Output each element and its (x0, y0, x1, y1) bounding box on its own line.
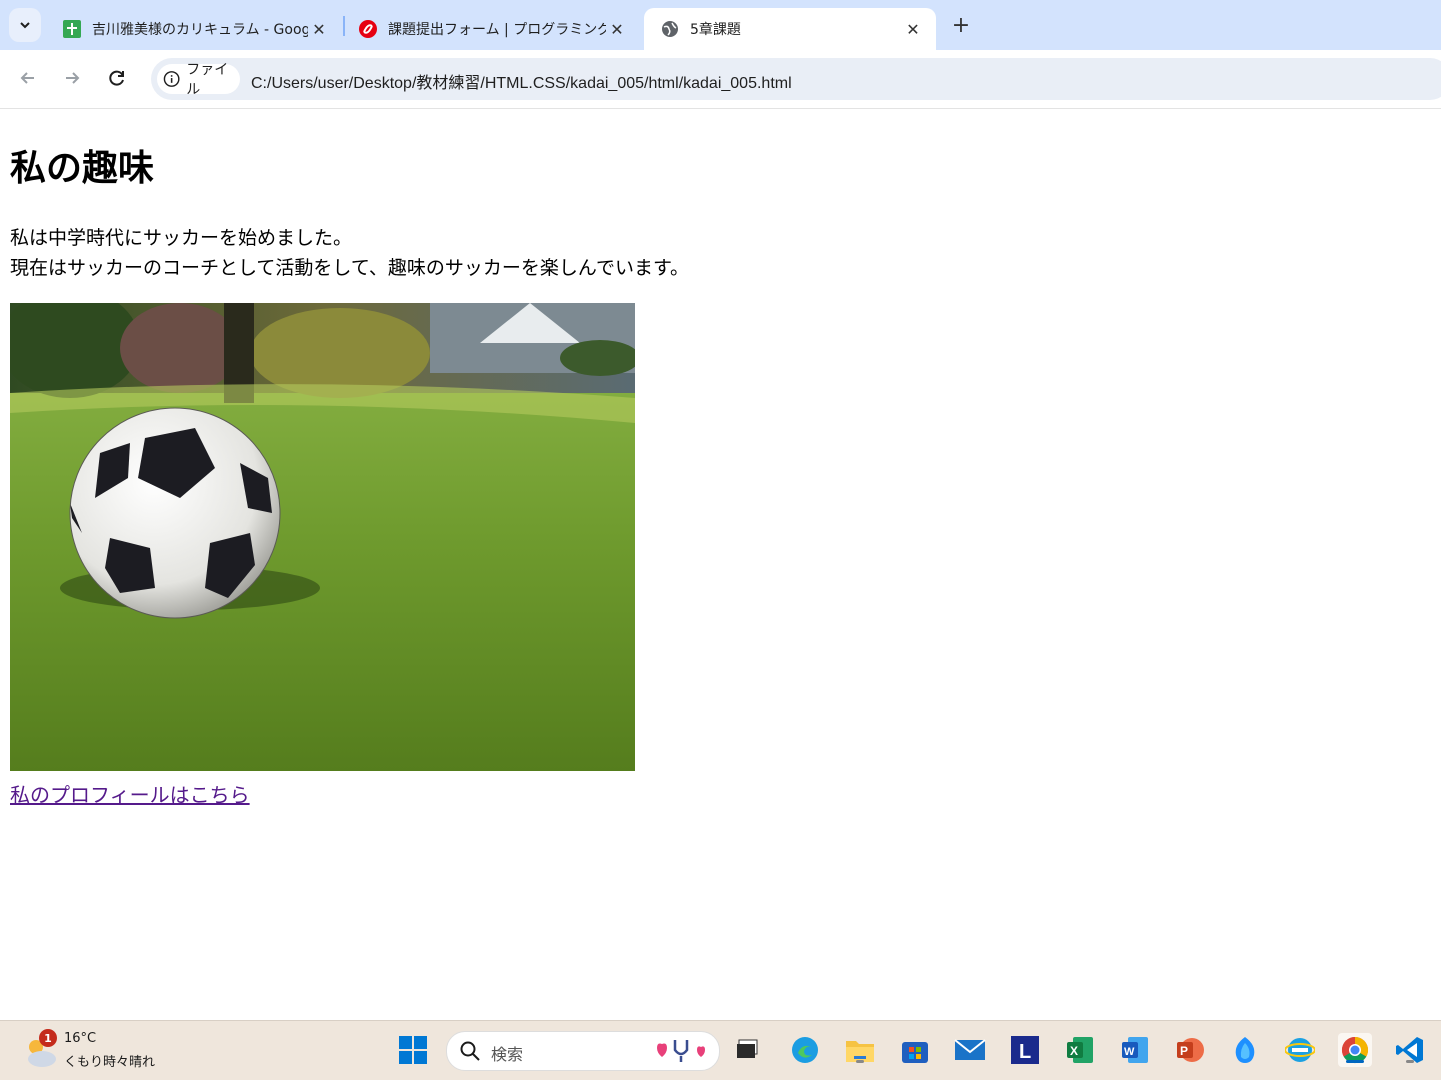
tab-title: 課題提出フォーム | プログラミング学習 (388, 22, 606, 38)
tab-title: 吉川雅美様のカリキュラム - Google (92, 22, 308, 38)
stethoscope-hearts-icon (657, 1040, 705, 1062)
svg-text:W: W (1124, 1046, 1135, 1058)
tab-active[interactable]: 5章課題 ✕ (644, 8, 936, 50)
search-icon (460, 1041, 480, 1061)
info-icon (163, 71, 180, 87)
svg-text:P: P (1180, 1044, 1188, 1058)
arrow-right-icon (66, 72, 80, 84)
new-tab-button[interactable]: + (948, 12, 974, 38)
weather-badge: 1 (39, 1029, 57, 1047)
forward-button[interactable] (60, 66, 84, 90)
tab-submit-form[interactable]: 課題提出フォーム | プログラミング学習 ✕ (342, 8, 640, 50)
word-icon[interactable]: W (1118, 1033, 1152, 1067)
task-view-icon[interactable] (731, 1033, 765, 1067)
close-icon[interactable]: ✕ (308, 18, 330, 40)
page-heading: 私の趣味 (10, 148, 155, 189)
running-indicator (1406, 1060, 1414, 1063)
profile-link[interactable]: 私のプロフィールはこちら (10, 779, 250, 808)
browser-toolbar: ファイル C:/Users/user/Desktop/教材練習/HTML.CSS… (0, 50, 1441, 109)
reload-icon (109, 70, 124, 86)
globe-icon (660, 19, 680, 39)
web-page: 私の趣味 私は中学時代にサッカーを始めました。 現在はサッカーのコーチとして活動… (0, 109, 1441, 1020)
chevron-down-icon (20, 22, 30, 29)
tab-sheets[interactable]: 吉川雅美様のカリキュラム - Google ✕ (46, 8, 342, 50)
reload-button[interactable] (105, 66, 129, 90)
close-icon[interactable]: ✕ (902, 18, 924, 40)
running-indicator (856, 1060, 864, 1063)
search-placeholder: 検索 (491, 1045, 524, 1064)
sheets-icon (62, 19, 82, 39)
chip-label: ファイル (186, 62, 229, 98)
start-icon[interactable] (396, 1033, 430, 1067)
paragraph-line: 私は中学時代にサッカーを始めました。 (10, 227, 353, 249)
taskbar-search[interactable]: 検索 (446, 1031, 720, 1071)
weather-widget[interactable]: 1 16°C くもり時々晴れ (22, 1029, 172, 1073)
svg-text:L: L (1019, 1041, 1031, 1063)
paragraph-line: 現在はサッカーのコーチとして活動をして、趣味のサッカーを楽しんでいます。 (10, 257, 690, 279)
intro-paragraph: 私は中学時代にサッカーを始めました。 現在はサッカーのコーチとして活動をして、趣… (10, 223, 689, 283)
ie-icon[interactable] (1283, 1033, 1317, 1067)
edge-icon[interactable] (788, 1033, 822, 1067)
svg-text:X: X (1070, 1044, 1078, 1058)
file-explorer-icon[interactable] (843, 1033, 877, 1067)
weather-temp: 16°C (64, 1031, 97, 1046)
mail-icon[interactable] (953, 1033, 987, 1067)
tab-search-button[interactable] (9, 8, 41, 42)
site-info-chip[interactable]: ファイル (157, 62, 240, 98)
url-text[interactable]: C:/Users/user/Desktop/教材練習/HTML.CSS/kada… (251, 69, 792, 93)
soccer-ball-photo (10, 303, 635, 771)
running-indicator-active (1346, 1060, 1364, 1063)
weather-condition: くもり時々晴れ (64, 1055, 156, 1070)
tab-strip: 吉川雅美様のカリキュラム - Google ✕ 課題提出フォーム | プログラミ… (0, 0, 1441, 50)
copilot-icon[interactable] (1228, 1033, 1262, 1067)
address-bar[interactable]: ファイル C:/Users/user/Desktop/教材練習/HTML.CSS… (151, 58, 1441, 100)
taskbar: 1 16°C くもり時々晴れ 検索 L X W P (0, 1020, 1441, 1080)
chrome-icon[interactable] (1338, 1033, 1372, 1067)
samurai-icon (358, 19, 378, 39)
vscode-icon[interactable] (1393, 1033, 1427, 1067)
excel-icon[interactable]: X (1063, 1033, 1097, 1067)
l-app-icon[interactable]: L (1008, 1033, 1042, 1067)
tab-title: 5章課題 (690, 22, 741, 38)
store-icon[interactable] (898, 1033, 932, 1067)
back-button[interactable] (16, 66, 40, 90)
powerpoint-icon[interactable]: P (1173, 1033, 1207, 1067)
arrow-left-icon (20, 72, 34, 84)
close-icon[interactable]: ✕ (606, 18, 628, 40)
